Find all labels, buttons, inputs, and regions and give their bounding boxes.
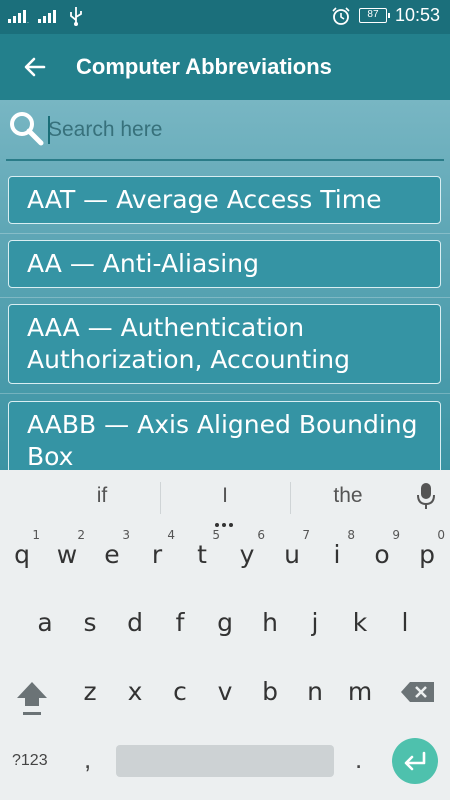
- key-i[interactable]: 8i: [315, 528, 359, 569]
- list-item[interactable]: AAA — Authentication Authorization, Acco…: [8, 304, 441, 384]
- list-item-label: AAT — Average Access Time: [27, 185, 382, 214]
- key-k[interactable]: k: [338, 608, 382, 637]
- symbols-key[interactable]: ?123: [12, 752, 48, 770]
- key-l[interactable]: l: [383, 608, 427, 637]
- key-y[interactable]: 6y: [225, 528, 269, 569]
- list-item[interactable]: AABB — Axis Aligned Bounding Box: [8, 401, 441, 470]
- key-u[interactable]: 7u: [270, 528, 314, 569]
- key-d[interactable]: d: [113, 608, 157, 637]
- soft-keyboard: if I the 1q 2w 3e 4r 5t 6y 7u 8i 9o 0p a…: [0, 470, 450, 800]
- search-row: [0, 100, 450, 166]
- signal-icon-2: [38, 10, 56, 23]
- key-c[interactable]: c: [158, 677, 202, 706]
- search-underline: [6, 159, 444, 161]
- status-bar: . 87 10:53: [0, 0, 450, 34]
- svg-text:.: .: [27, 18, 29, 24]
- arrow-left-icon: [24, 57, 46, 77]
- suggestion-1[interactable]: if: [62, 484, 142, 508]
- more-suggestions-icon[interactable]: [215, 514, 237, 527]
- shift-button[interactable]: [14, 678, 50, 718]
- search-icon: [10, 112, 44, 146]
- microphone-icon[interactable]: [416, 482, 436, 510]
- period-key[interactable]: .: [355, 744, 362, 775]
- list-item[interactable]: AA — Anti-Aliasing: [8, 240, 441, 288]
- suggestion-separator: [290, 482, 291, 514]
- key-f[interactable]: f: [158, 608, 202, 637]
- backspace-icon: [401, 682, 434, 702]
- text-caret: [48, 116, 50, 144]
- status-time: 10:53: [394, 5, 440, 25]
- shift-icon: [17, 682, 47, 715]
- key-m[interactable]: m: [338, 677, 382, 706]
- back-button[interactable]: [0, 34, 70, 100]
- comma-key[interactable]: ,: [84, 744, 91, 775]
- key-p[interactable]: 0p: [405, 528, 449, 569]
- key-n[interactable]: n: [293, 677, 337, 706]
- suggestion-3[interactable]: the: [308, 484, 388, 508]
- key-g[interactable]: g: [203, 608, 247, 637]
- usb-icon: [70, 7, 82, 26]
- enter-button[interactable]: [392, 738, 438, 784]
- status-left-icons: .: [8, 6, 84, 26]
- key-b[interactable]: b: [248, 677, 292, 706]
- key-w[interactable]: 2w: [45, 528, 89, 569]
- list-item-label: AAA — Authentication Authorization, Acco…: [27, 313, 350, 374]
- list-divider: [0, 233, 450, 234]
- key-q[interactable]: 1q: [0, 528, 44, 569]
- list-divider: [0, 393, 450, 394]
- app-bar: Computer Abbreviations: [0, 34, 450, 100]
- list-divider: [0, 297, 450, 298]
- space-bar[interactable]: [116, 745, 334, 777]
- key-t[interactable]: 5t: [180, 528, 224, 569]
- signal-icon: .: [8, 10, 29, 24]
- key-r[interactable]: 4r: [135, 528, 179, 569]
- status-right: 87 10:53: [331, 5, 440, 26]
- list-item-label: AABB — Axis Aligned Bounding Box: [27, 410, 418, 470]
- enter-icon: [404, 751, 426, 771]
- suggestion-bar: if I the: [0, 470, 450, 527]
- key-e[interactable]: 3e: [90, 528, 134, 569]
- key-a[interactable]: a: [23, 608, 67, 637]
- list-item[interactable]: AAT — Average Access Time: [8, 176, 441, 224]
- key-j[interactable]: j: [293, 608, 337, 637]
- key-h[interactable]: h: [248, 608, 292, 637]
- key-o[interactable]: 9o: [360, 528, 404, 569]
- key-s[interactable]: s: [68, 608, 112, 637]
- backspace-button[interactable]: [400, 680, 436, 704]
- content-area: AAT — Average Access Time AA — Anti-Alia…: [0, 100, 450, 470]
- key-x[interactable]: x: [113, 677, 157, 706]
- key-v[interactable]: v: [203, 677, 247, 706]
- suggestion-2[interactable]: I: [185, 484, 265, 508]
- list-item-label: AA — Anti-Aliasing: [27, 249, 259, 278]
- suggestion-separator: [160, 482, 161, 514]
- battery-icon: 87: [358, 8, 390, 23]
- search-input[interactable]: [48, 112, 438, 148]
- key-z[interactable]: z: [68, 677, 112, 706]
- alarm-icon: [332, 6, 350, 25]
- page-title: Computer Abbreviations: [76, 54, 332, 79]
